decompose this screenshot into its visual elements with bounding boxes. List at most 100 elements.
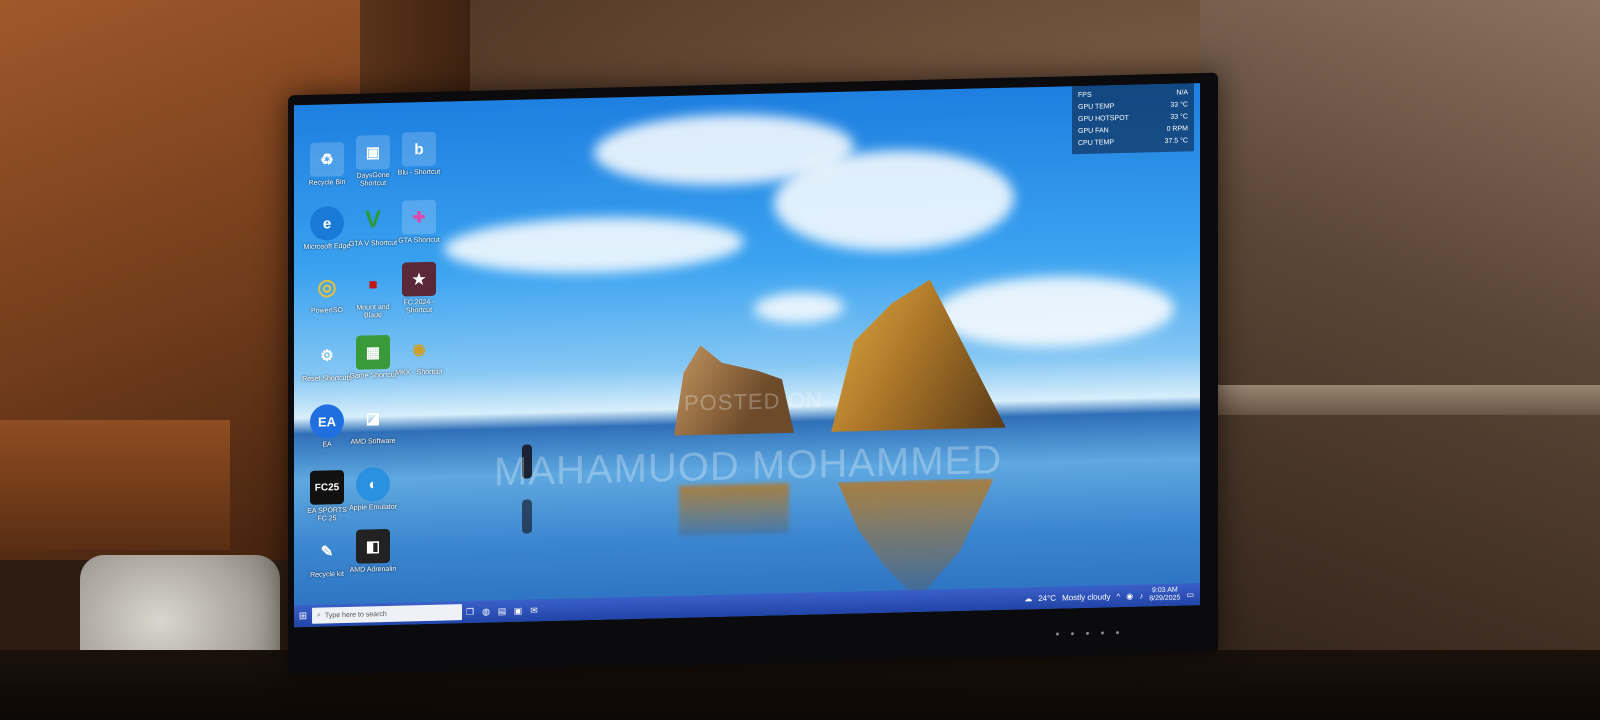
icon-label: Reset Shortcuts <box>302 374 352 384</box>
overlay-row: CPU TEMP 37.5 °C <box>1078 135 1188 150</box>
chevron-up-icon[interactable]: ^ <box>1117 592 1121 601</box>
emulator-icon: ◐ <box>356 466 390 502</box>
icon-label: MKX - Shortcut <box>395 368 443 377</box>
taskbar: ⊞ ⌕ Type here to search ❐ ◍ ▤ ▣ ✉ ☁ 24°C… <box>294 583 1200 628</box>
clock[interactable]: 9:03 AM 8/29/2025 <box>1149 587 1180 604</box>
icon-label: PowerISO <box>311 307 343 315</box>
fc25-icon: FC25 <box>310 469 344 505</box>
overlay-label: GPU HOTSPOT <box>1078 114 1129 124</box>
amd-icon: ◪ <box>365 410 381 428</box>
clock-date: 8/29/2025 <box>1149 594 1181 603</box>
desktop-icon[interactable]: ✚ GTA Shortcut <box>394 199 444 246</box>
overlay-value: 0 RPM <box>1166 125 1188 133</box>
icon-label: AMD Adrenalin <box>349 565 397 574</box>
desktop-icon[interactable]: ⚙ Reset Shortcuts <box>302 338 352 384</box>
monitor-button[interactable] <box>1086 631 1089 635</box>
weather-text[interactable]: Mostly cloudy <box>1062 592 1110 602</box>
desktop-screen: ♻ Recycle Bin ▣ DaysGone Shortcut b Blu - S… <box>294 83 1200 628</box>
icon-label: EA SPORTS FC 25 <box>307 506 347 523</box>
desktop-icon[interactable]: ▦ Game Shortcut <box>348 334 398 381</box>
cloud <box>444 214 744 277</box>
task-view-icon[interactable]: ❐ <box>462 606 478 617</box>
icon-label: Mount and Blade <box>356 303 390 320</box>
desktop-icon[interactable]: ♻ Recycle Bin <box>302 141 352 188</box>
monitor-button[interactable] <box>1101 631 1104 635</box>
desktop-icon[interactable]: b Blu - Shortcut <box>394 131 444 178</box>
search-placeholder: Type here to search <box>324 610 387 619</box>
weather-icon[interactable]: ☁ <box>1024 594 1032 603</box>
rock-reflection <box>679 483 789 536</box>
amd-icon: ◧ <box>356 528 390 564</box>
overlay-label: GPU TEMP <box>1078 103 1115 112</box>
monitor-button[interactable] <box>1071 632 1074 636</box>
ea-icon: EA <box>310 403 344 439</box>
poweriso-icon: ◎ <box>317 274 337 300</box>
overlay-label: GPU FAN <box>1078 127 1109 136</box>
taskbar-search[interactable]: ⌕ Type here to search <box>312 604 462 624</box>
system-tray: ☁ 24°C Mostly cloudy ^ ◉ ♪ 9:03 AM 8/29/… <box>1024 586 1200 606</box>
overlay-label: CPU TEMP <box>1078 139 1115 148</box>
notification-icon[interactable]: ▭ <box>1186 590 1194 599</box>
store-icon[interactable]: ▣ <box>510 605 526 616</box>
desktop-icon[interactable]: ★ FC 2024 - Shortcut <box>394 261 444 316</box>
icon-label: GTA Shortcut <box>398 236 440 245</box>
monitor-button[interactable] <box>1056 632 1059 636</box>
file-explorer-icon[interactable]: ▤ <box>494 605 510 616</box>
desktop-icon[interactable]: ◉ MKX - Shortcut <box>394 332 444 378</box>
network-icon[interactable]: ◉ <box>1126 591 1133 600</box>
mail-icon[interactable]: ✉ <box>526 605 542 616</box>
desktop-icon[interactable]: ◎ PowerISO <box>302 270 352 316</box>
monitor: ♻ Recycle Bin ▣ DaysGone Shortcut b Blu - S… <box>288 72 1218 676</box>
performance-overlay: FPS N/A GPU TEMP 33 °C GPU HOTSPOT 33 °C GP… <box>1072 83 1194 155</box>
icon-label: AMD Software <box>350 437 396 446</box>
monitor-button[interactable] <box>1116 631 1119 635</box>
desktop-icon[interactable]: ■ Mount and Blade <box>348 267 398 321</box>
weather-temp[interactable]: 24°C <box>1038 593 1056 602</box>
icon-label: Recycle Bin <box>308 178 346 187</box>
icon-label: Blu - Shortcut <box>397 168 441 177</box>
game-icon: ✚ <box>402 199 436 235</box>
overlay-value: 37.5 °C <box>1164 137 1188 145</box>
desktop-icon[interactable]: ◧ AMD Adrenalin <box>348 528 398 575</box>
wall-right <box>1200 0 1600 720</box>
icon-label: FC 2024 - Shortcut <box>403 298 435 315</box>
icon-label: Apple Emulator <box>349 503 397 512</box>
cloud <box>934 273 1174 350</box>
gear-icon: ⚙ <box>320 347 334 365</box>
recycle-bin-icon: ♻ <box>310 141 344 177</box>
overlay-value: 33 °C <box>1170 113 1188 121</box>
icon-label: Microsoft Edge <box>303 242 351 251</box>
app-icon: ✎ <box>320 543 334 561</box>
mk-icon: ◉ <box>412 341 426 359</box>
rock-reflection <box>824 478 994 602</box>
desktop-icon[interactable]: ✎ Recycle kit <box>302 534 352 580</box>
volume-icon[interactable]: ♪ <box>1139 591 1143 600</box>
search-icon: ⌕ <box>317 611 321 619</box>
icon-label: EA <box>322 441 332 449</box>
game-icon: ▦ <box>356 334 390 370</box>
monitor-buttons <box>1056 631 1119 636</box>
gta-v-icon: V <box>364 206 381 234</box>
overlay-label: FPS <box>1078 91 1092 100</box>
icon-label: Recycle kit <box>310 570 344 579</box>
desktop-icon[interactable]: ◪ AMD Software <box>348 401 398 447</box>
overlay-value: N/A <box>1176 89 1188 97</box>
app-icon: ■ <box>368 275 378 293</box>
cloud <box>754 291 844 324</box>
wall-ledge <box>1205 385 1600 415</box>
desktop-icon[interactable]: ◐ Apple Emulator <box>348 466 398 513</box>
icon-label: DaysGone Shortcut <box>356 171 390 188</box>
icon-label: Game Shortcut <box>349 371 397 380</box>
desktop-icon[interactable]: EA EA <box>302 403 352 450</box>
desktop-icon[interactable]: FC25 EA SPORTS FC 25 <box>302 469 352 524</box>
app-icon: ▣ <box>356 134 390 170</box>
edge-icon[interactable]: ◍ <box>478 606 494 617</box>
desktop-icon[interactable]: e Microsoft Edge <box>302 205 352 252</box>
desktop-icon[interactable]: V GTA V Shortcut <box>348 203 398 249</box>
watermark-line1: POSTED ON <box>684 387 823 416</box>
game-cover-icon: ★ <box>402 261 436 297</box>
windows-start-icon[interactable]: ⊞ <box>294 605 312 627</box>
runner-reflection <box>522 499 532 534</box>
desktop-icon[interactable]: ▣ DaysGone Shortcut <box>348 134 398 189</box>
overlay-value: 33 °C <box>1170 101 1188 109</box>
